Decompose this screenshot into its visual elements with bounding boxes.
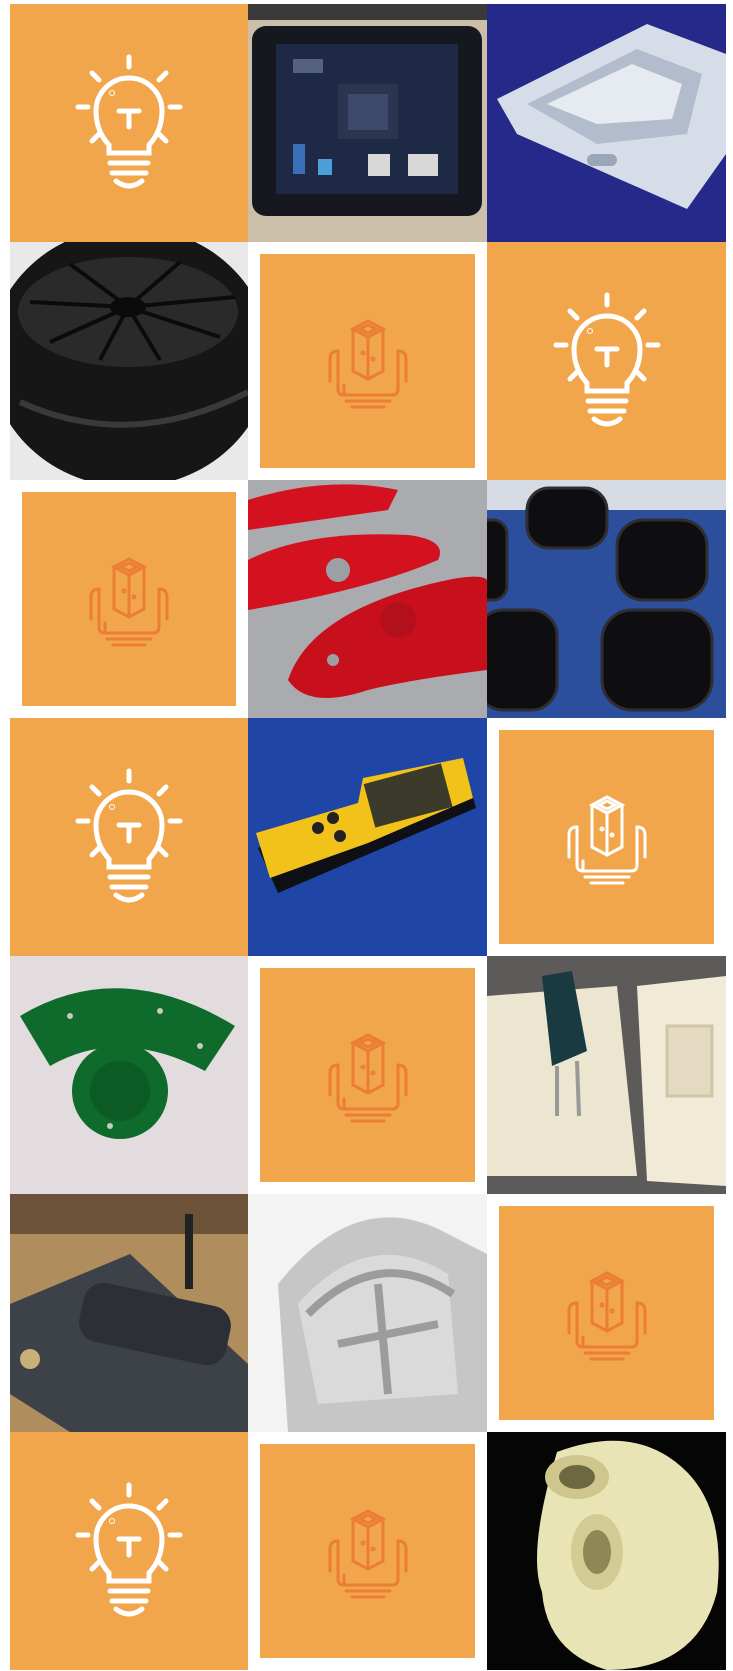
prototype-icon <box>328 1509 407 1599</box>
photo-grey-molded-part <box>248 1194 487 1432</box>
photo-black-wheel <box>10 242 248 480</box>
photo-white-plastic-housing <box>487 4 726 242</box>
prototype-icon <box>328 319 407 409</box>
tile-prototype <box>248 242 487 480</box>
image-mosaic-grid <box>10 4 726 1670</box>
tile-prototype <box>10 480 248 718</box>
photo-cnc-machining <box>10 1194 248 1432</box>
photo-black-rubber-bellows <box>487 480 726 718</box>
tile-prototype <box>248 956 487 1194</box>
tile-prototype <box>248 1432 487 1670</box>
tile-lightbulb <box>10 1432 248 1670</box>
tile-prototype <box>487 1194 726 1432</box>
prototype-icon <box>89 557 169 647</box>
tile-prototype-highlighted <box>487 718 726 956</box>
photo-yellow-handheld-device <box>248 718 487 956</box>
lightbulb-icon <box>552 291 662 431</box>
photo-circuit-board-enclosure <box>248 4 487 242</box>
photo-green-pcb-arc <box>10 956 248 1194</box>
prototype-icon <box>567 795 646 885</box>
photo-translucent-printed-part <box>487 1432 726 1670</box>
photo-silicone-mold <box>487 956 726 1194</box>
photo-red-cut-parts <box>248 480 487 718</box>
lightbulb-icon <box>74 767 184 907</box>
prototype-icon <box>567 1271 646 1361</box>
tile-lightbulb <box>487 242 726 480</box>
prototype-icon <box>328 1033 407 1123</box>
tile-lightbulb <box>10 718 248 956</box>
tile-lightbulb <box>10 4 248 242</box>
lightbulb-icon <box>74 1481 184 1621</box>
lightbulb-icon <box>74 53 184 193</box>
